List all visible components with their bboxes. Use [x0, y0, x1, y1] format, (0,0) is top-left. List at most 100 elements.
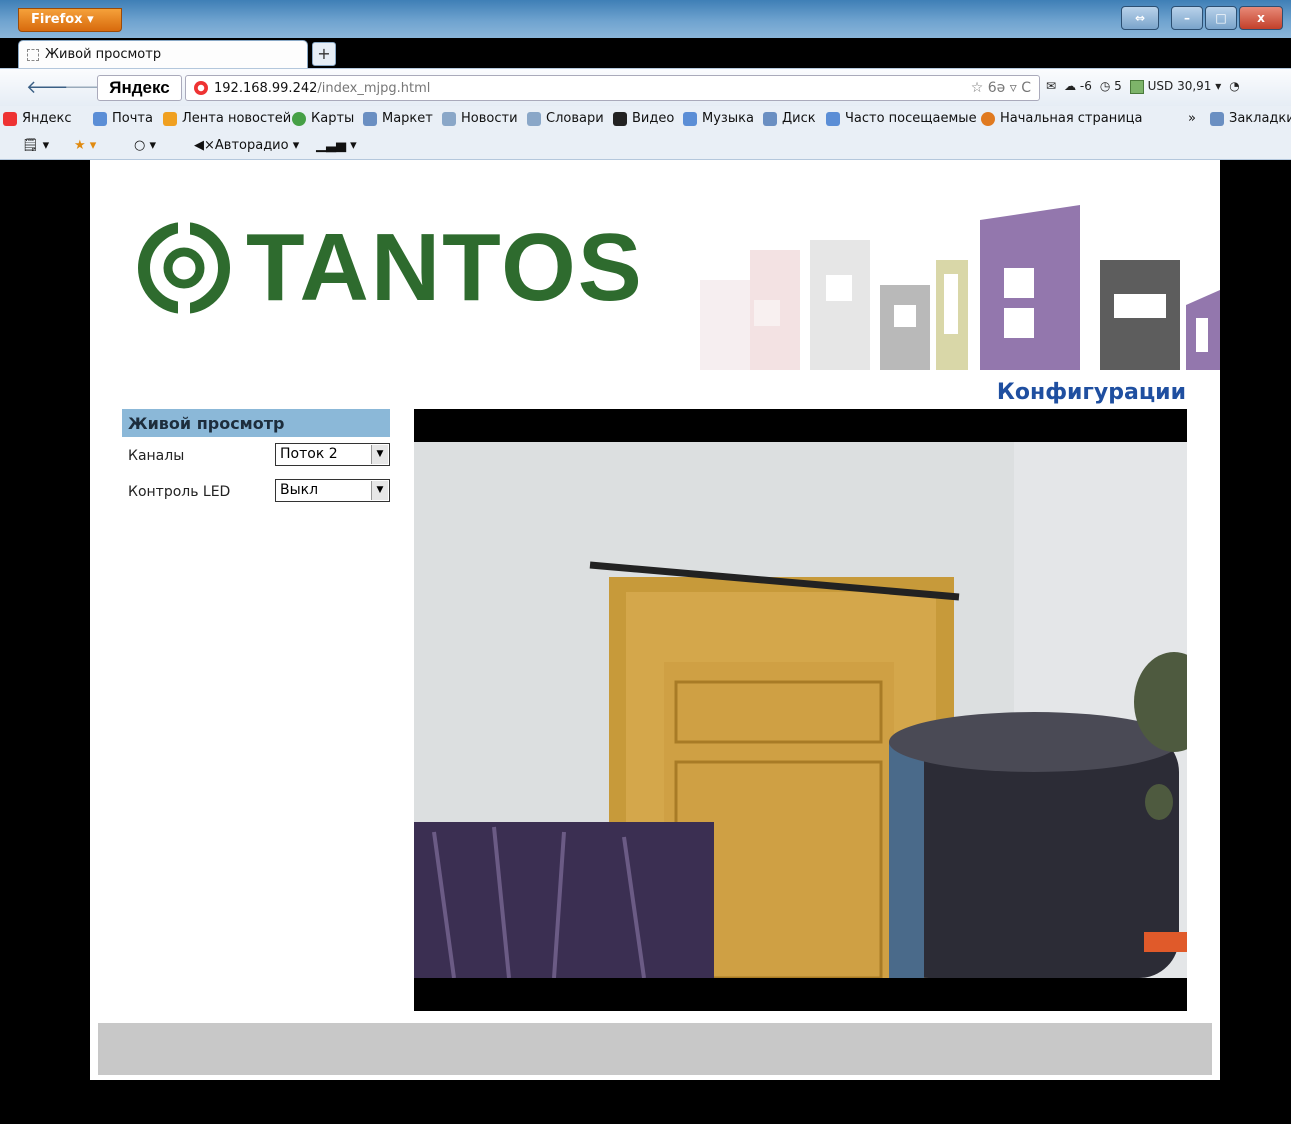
radio-widget[interactable]: ◀×Авторадио ▾	[194, 138, 299, 153]
tab-title: Живой просмотр	[45, 46, 162, 62]
bookmark-label: Музыка	[702, 111, 754, 126]
page-icon	[442, 111, 456, 126]
overflow-chevron-icon: »	[1188, 111, 1196, 126]
channels-selected-value: Поток 2	[280, 446, 338, 462]
tab-live-view[interactable]: Живой просмотр	[18, 40, 308, 68]
url-path: /index_mjpg.html	[317, 80, 431, 96]
bookmark-label: Яндекс	[22, 111, 72, 126]
dropdown-arrow-icon[interactable]: ▼	[371, 481, 388, 500]
sync-icon[interactable]: ◔	[1229, 79, 1239, 93]
bookmark-label: Диск	[782, 111, 816, 126]
bookmark-video[interactable]: Видео	[613, 111, 674, 126]
currency-icon	[1129, 79, 1144, 94]
new-tab-button[interactable]: +	[312, 42, 336, 66]
currency-widget[interactable]: USD 30,91 ▾	[1129, 79, 1221, 94]
camera-frame-image	[414, 442, 1187, 978]
tantos-logo: TANTOS	[134, 218, 714, 318]
maps-icon	[292, 111, 306, 126]
maximize-button[interactable]: □	[1205, 6, 1237, 30]
live-view-panel: Живой просмотр Каналы Поток 2 ▼ Контроль…	[122, 409, 390, 509]
play-icon	[613, 111, 627, 126]
mute-speaker-icon: ◀×	[194, 138, 215, 153]
close-button[interactable]: x	[1239, 6, 1283, 30]
folder-icon	[826, 111, 840, 126]
channels-label: Каналы	[128, 448, 185, 464]
weather-value: -6	[1079, 79, 1092, 94]
speaker-icon	[683, 111, 697, 126]
bookmark-most-visited[interactable]: Часто посещаемые	[826, 111, 977, 126]
counter-value: 5	[1114, 79, 1122, 94]
window-controls: ⇔ – □ x	[1121, 6, 1283, 30]
mail-icon	[93, 111, 107, 126]
signal-bars-icon[interactable]: ▁▃▅ ▾	[316, 138, 357, 153]
bookmark-yandex[interactable]: Яндекс	[3, 111, 72, 126]
bookmark-label: Словари	[546, 111, 604, 126]
bookmark-home-page[interactable]: Начальная страница	[981, 111, 1142, 126]
bookmarks-overflow-button[interactable]: »	[1188, 111, 1196, 126]
web-page: TANTOS Конфигурации Живой просмотр Канал…	[90, 160, 1220, 1080]
firefox-menu-button[interactable]: Firefox ▾	[18, 8, 122, 32]
tab-bar: Живой просмотр +	[0, 38, 1291, 68]
bookmark-news-feed[interactable]: Лента новостей	[163, 111, 291, 126]
bookmark-music[interactable]: Музыка	[683, 111, 754, 126]
led-control-select[interactable]: Выкл ▼	[275, 479, 390, 502]
bookmark-star-icon	[1210, 111, 1224, 126]
addon-widgets: ✉ ☁ -6 ◷ 5 USD 30,91 ▾ ◔	[1046, 79, 1240, 94]
bookmark-label: Лента новостей	[182, 111, 292, 126]
yandex-button[interactable]: Яндекс	[97, 75, 182, 101]
favorites-star-icon[interactable]: ★ ▾	[74, 138, 96, 153]
window-titlebar: Firefox ▾ ⇔ – □ x	[0, 0, 1291, 38]
addon-toolbar: 🗒 ▾ ★ ▾ ○ ▾ ◀×Авторадио ▾ ▁▃▅ ▾	[0, 132, 1291, 160]
rss-icon	[163, 111, 177, 126]
bookmark-mail[interactable]: Почта	[93, 111, 153, 126]
yandex-icon	[3, 111, 17, 126]
configuration-link[interactable]: Конфигурации	[997, 380, 1186, 405]
bookmark-market[interactable]: Маркет	[363, 111, 433, 126]
live-video-stream[interactable]	[414, 409, 1187, 1011]
currency-value: USD 30,91	[1147, 79, 1212, 93]
led-selected-value: Выкл	[280, 482, 319, 498]
bookmarks-menu-button[interactable]: Закладки	[1210, 111, 1291, 126]
minimize-button[interactable]: –	[1171, 6, 1203, 30]
bookmark-maps[interactable]: Карты	[292, 111, 354, 126]
led-control-label: Контроль LED	[128, 484, 231, 500]
yandex-label: Яндекс	[109, 78, 170, 97]
disk-icon	[763, 111, 777, 126]
page-footer-bar	[98, 1023, 1212, 1075]
bookmark-news[interactable]: Новости	[442, 111, 518, 126]
led-control-row: Контроль LED Выкл ▼	[122, 477, 390, 509]
dropdown-arrow-icon[interactable]: ▼	[371, 445, 388, 464]
site-identity-icon[interactable]	[194, 81, 208, 95]
bookmark-label: Почта	[112, 111, 153, 126]
bookmarks-menu-label: Закладки	[1229, 111, 1291, 126]
counter-widget[interactable]: ◷ 5	[1100, 79, 1122, 93]
channels-row: Каналы Поток 2 ▼	[122, 441, 390, 473]
address-bar[interactable]: 192.168.99.242/index_mjpg.html ☆ 6ə ▿ C	[185, 75, 1040, 101]
page-favicon-icon	[27, 48, 39, 61]
screenshot-icon[interactable]: 🗒 ▾	[22, 138, 49, 153]
buildings-illustration	[700, 205, 1220, 370]
url-actions[interactable]: ☆ 6ə ▿ C	[971, 80, 1039, 96]
mail-icon[interactable]: ✉	[1046, 79, 1056, 93]
chat-icon[interactable]: ○ ▾	[134, 138, 156, 153]
brand-name: TANTOS	[246, 214, 644, 321]
resize-button[interactable]: ⇔	[1121, 6, 1159, 30]
bookmark-disk[interactable]: Диск	[763, 111, 816, 126]
radio-label: Авторадио	[214, 138, 289, 153]
bookmark-label: Новости	[461, 111, 518, 126]
bookmark-dictionaries[interactable]: Словари	[527, 111, 604, 126]
bookmark-label: Карты	[311, 111, 355, 126]
bookmark-label: Видео	[632, 111, 675, 126]
channels-select[interactable]: Поток 2 ▼	[275, 443, 390, 466]
bookmarks-toolbar: Яндекс Почта Лента новостей Карты Маркет…	[0, 106, 1291, 132]
page-icon	[527, 111, 541, 126]
navigation-toolbar: 🡐 🡒 Яндекс 192.168.99.242/index_mjpg.htm…	[0, 68, 1291, 106]
panel-title: Живой просмотр	[122, 409, 390, 437]
tantos-emblem-icon	[138, 222, 230, 314]
firefox-icon	[981, 111, 995, 126]
url-host: 192.168.99.242	[214, 80, 318, 96]
bookmark-label: Начальная страница	[1000, 111, 1143, 126]
weather-widget[interactable]: ☁ -6	[1064, 79, 1092, 93]
bookmark-label: Маркет	[382, 111, 433, 126]
bookmark-label: Часто посещаемые	[845, 111, 977, 126]
